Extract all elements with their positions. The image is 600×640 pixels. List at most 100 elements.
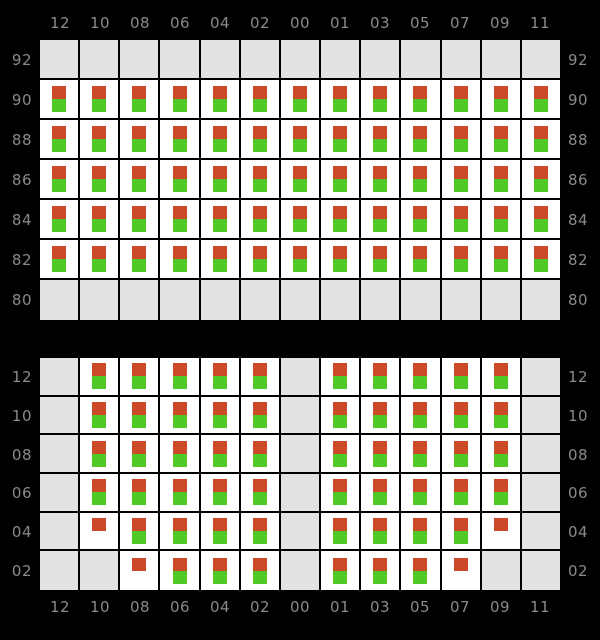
- heatmap-cell[interactable]: [120, 240, 161, 280]
- heatmap-cell[interactable]: [40, 280, 81, 320]
- heatmap-cell[interactable]: [280, 200, 322, 240]
- heatmap-cell[interactable]: [120, 200, 161, 240]
- heatmap-cell[interactable]: [401, 280, 442, 320]
- heatmap-cell[interactable]: [401, 160, 442, 200]
- heatmap-cell[interactable]: [321, 358, 362, 397]
- heatmap-cell[interactable]: [80, 40, 121, 80]
- heatmap-cell[interactable]: [401, 396, 442, 436]
- heatmap-cell[interactable]: [120, 80, 161, 120]
- heatmap-cell[interactable]: [441, 240, 482, 280]
- heatmap-cell[interactable]: [481, 474, 522, 513]
- heatmap-cell[interactable]: [240, 512, 281, 552]
- heatmap-cell[interactable]: [80, 435, 121, 475]
- heatmap-cell[interactable]: [240, 280, 281, 320]
- heatmap-cell[interactable]: [361, 358, 402, 397]
- heatmap-cell[interactable]: [280, 512, 322, 552]
- heatmap-cell[interactable]: [521, 358, 561, 397]
- heatmap-cell[interactable]: [321, 435, 362, 475]
- heatmap-cell[interactable]: [40, 512, 81, 552]
- heatmap-cell[interactable]: [481, 280, 522, 320]
- heatmap-cell[interactable]: [521, 40, 561, 80]
- heatmap-cell[interactable]: [321, 200, 362, 240]
- heatmap-cell[interactable]: [40, 358, 81, 397]
- heatmap-cell[interactable]: [240, 474, 281, 513]
- heatmap-cell[interactable]: [40, 200, 81, 240]
- heatmap-cell[interactable]: [240, 358, 281, 397]
- heatmap-cell[interactable]: [401, 120, 442, 160]
- heatmap-cell[interactable]: [441, 280, 482, 320]
- heatmap-cell[interactable]: [361, 435, 402, 475]
- heatmap-cell[interactable]: [521, 396, 561, 436]
- heatmap-cell[interactable]: [521, 240, 561, 280]
- heatmap-cell[interactable]: [40, 80, 81, 120]
- heatmap-cell[interactable]: [160, 160, 201, 200]
- heatmap-cell[interactable]: [120, 512, 161, 552]
- heatmap-cell[interactable]: [361, 280, 402, 320]
- heatmap-cell[interactable]: [441, 200, 482, 240]
- heatmap-cell[interactable]: [160, 120, 201, 160]
- heatmap-cell[interactable]: [160, 396, 201, 436]
- heatmap-cell[interactable]: [441, 358, 482, 397]
- heatmap-cell[interactable]: [361, 551, 402, 591]
- heatmap-cell[interactable]: [441, 40, 482, 80]
- heatmap-cell[interactable]: [40, 160, 81, 200]
- heatmap-cell[interactable]: [200, 435, 241, 475]
- heatmap-cell[interactable]: [80, 358, 121, 397]
- heatmap-cell[interactable]: [481, 358, 522, 397]
- heatmap-cell[interactable]: [200, 358, 241, 397]
- heatmap-cell[interactable]: [280, 80, 322, 120]
- heatmap-cell[interactable]: [200, 200, 241, 240]
- heatmap-cell[interactable]: [200, 40, 241, 80]
- heatmap-cell[interactable]: [160, 435, 201, 475]
- heatmap-cell[interactable]: [280, 474, 322, 513]
- heatmap-cell[interactable]: [160, 551, 201, 591]
- heatmap-cell[interactable]: [481, 240, 522, 280]
- heatmap-cell[interactable]: [401, 200, 442, 240]
- heatmap-cell[interactable]: [120, 474, 161, 513]
- heatmap-cell[interactable]: [240, 200, 281, 240]
- heatmap-cell[interactable]: [521, 474, 561, 513]
- heatmap-cell[interactable]: [200, 512, 241, 552]
- heatmap-cell[interactable]: [321, 512, 362, 552]
- heatmap-cell[interactable]: [240, 240, 281, 280]
- heatmap-cell[interactable]: [521, 551, 561, 591]
- heatmap-cell[interactable]: [200, 160, 241, 200]
- heatmap-cell[interactable]: [40, 551, 81, 591]
- heatmap-cell[interactable]: [240, 160, 281, 200]
- heatmap-cell[interactable]: [120, 551, 161, 591]
- heatmap-cell[interactable]: [321, 160, 362, 200]
- heatmap-cell[interactable]: [240, 80, 281, 120]
- heatmap-cell[interactable]: [240, 551, 281, 591]
- heatmap-cell[interactable]: [321, 120, 362, 160]
- heatmap-cell[interactable]: [441, 474, 482, 513]
- heatmap-cell[interactable]: [80, 474, 121, 513]
- heatmap-cell[interactable]: [80, 120, 121, 160]
- heatmap-cell[interactable]: [160, 40, 201, 80]
- heatmap-cell[interactable]: [40, 435, 81, 475]
- heatmap-cell[interactable]: [401, 40, 442, 80]
- heatmap-cell[interactable]: [120, 280, 161, 320]
- heatmap-cell[interactable]: [160, 512, 201, 552]
- heatmap-cell[interactable]: [240, 396, 281, 436]
- heatmap-cell[interactable]: [401, 80, 442, 120]
- heatmap-cell[interactable]: [240, 435, 281, 475]
- heatmap-cell[interactable]: [361, 240, 402, 280]
- heatmap-cell[interactable]: [40, 40, 81, 80]
- heatmap-cell[interactable]: [361, 396, 402, 436]
- heatmap-cell[interactable]: [481, 200, 522, 240]
- heatmap-cell[interactable]: [240, 40, 281, 80]
- heatmap-cell[interactable]: [280, 240, 322, 280]
- heatmap-cell[interactable]: [40, 240, 81, 280]
- heatmap-cell[interactable]: [441, 551, 482, 591]
- heatmap-cell[interactable]: [160, 474, 201, 513]
- heatmap-cell[interactable]: [521, 200, 561, 240]
- heatmap-cell[interactable]: [40, 396, 81, 436]
- heatmap-cell[interactable]: [321, 280, 362, 320]
- heatmap-cell[interactable]: [361, 40, 402, 80]
- heatmap-cell[interactable]: [200, 551, 241, 591]
- heatmap-cell[interactable]: [40, 474, 81, 513]
- heatmap-cell[interactable]: [120, 120, 161, 160]
- heatmap-cell[interactable]: [521, 280, 561, 320]
- heatmap-cell[interactable]: [401, 512, 442, 552]
- heatmap-cell[interactable]: [441, 396, 482, 436]
